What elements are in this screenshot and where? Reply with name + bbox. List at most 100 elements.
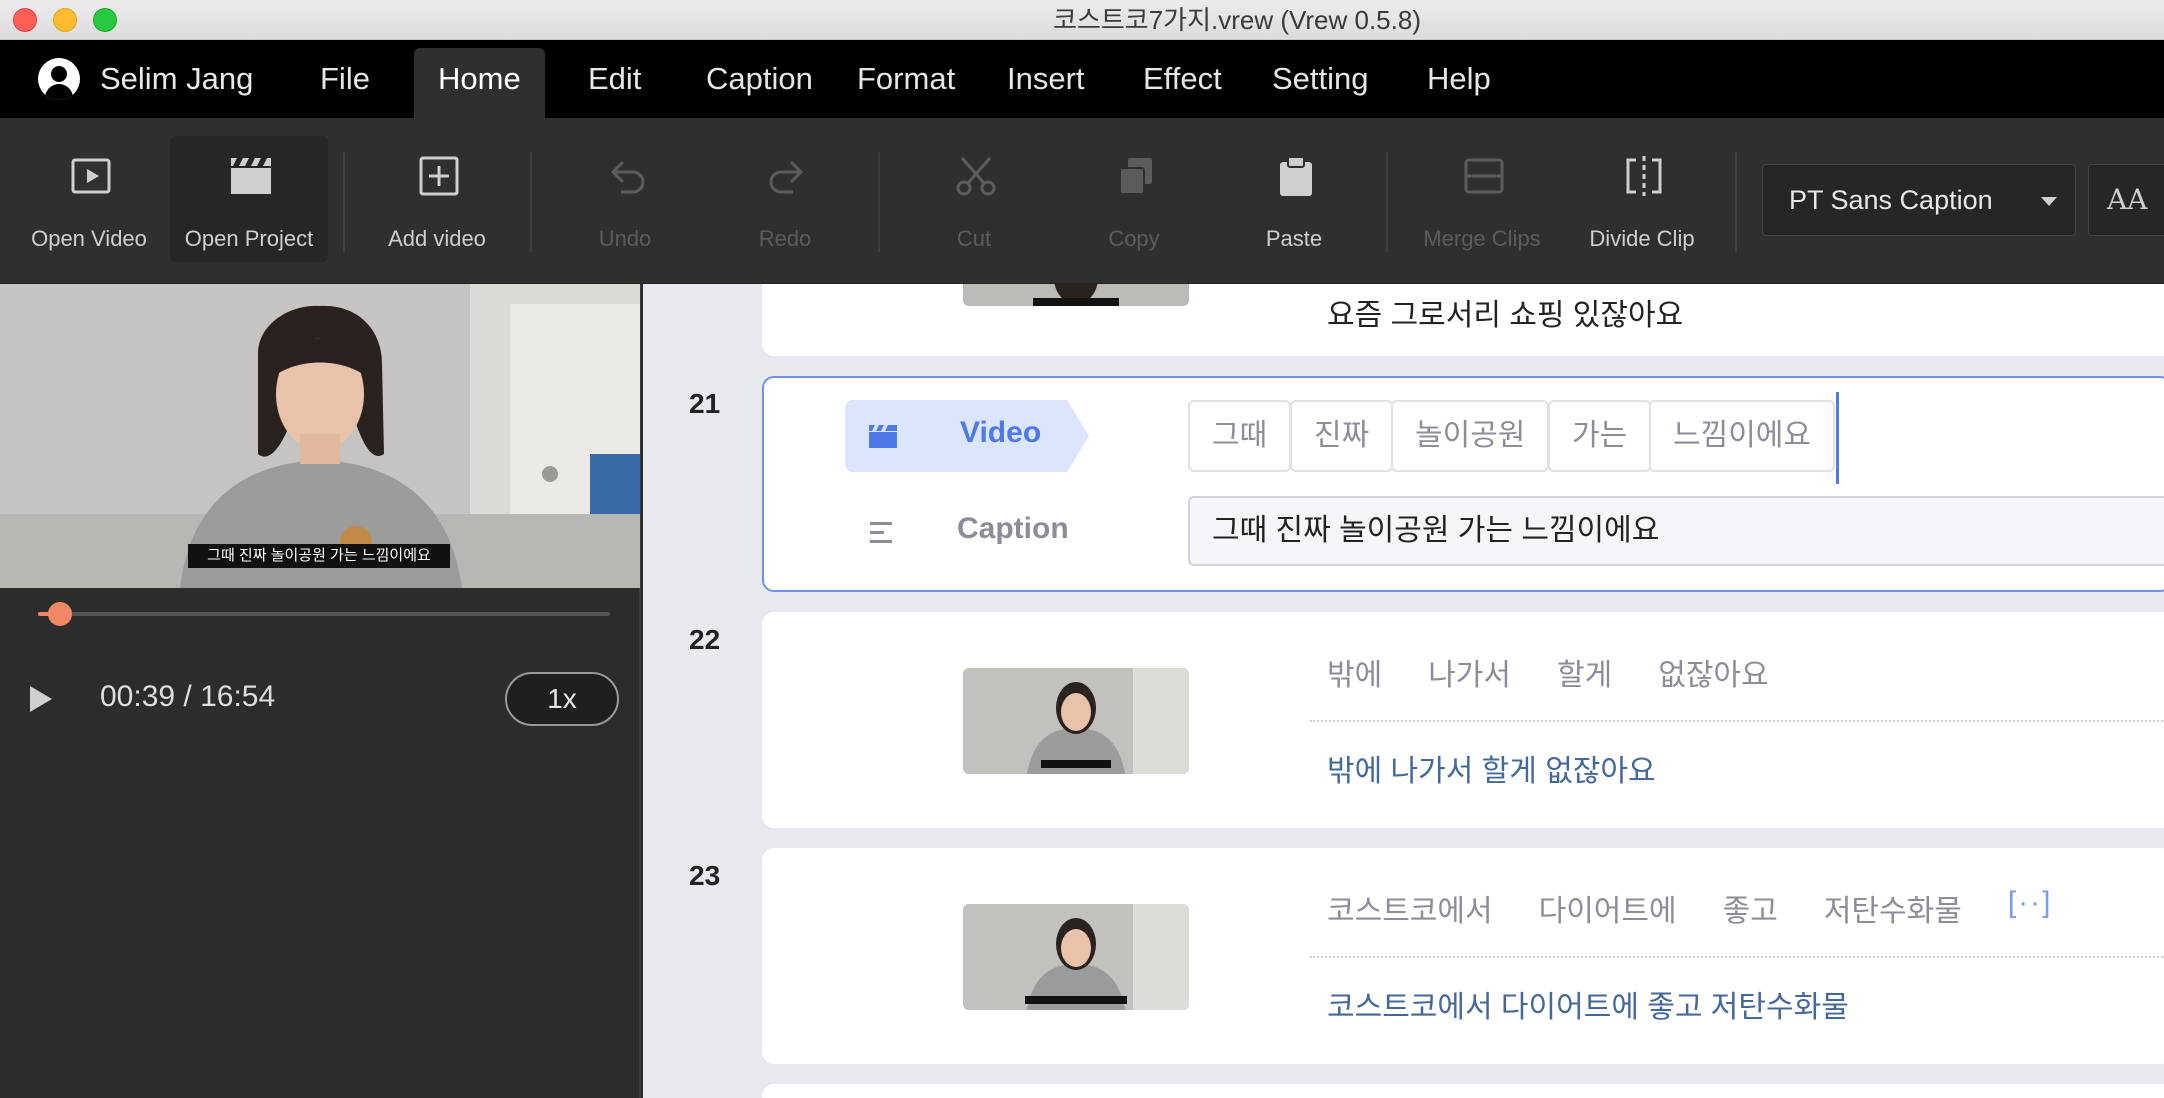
play-square-icon	[71, 158, 111, 194]
clip-card-21[interactable]: Video 그때 진짜 놀이공원 가는 느낌이에요 Caption 그때 진짜 …	[762, 376, 2164, 592]
word[interactable]: 할게	[1557, 650, 1612, 694]
caption-input[interactable]: 그때 진짜 놀이공원 가는 느낌이에요	[1188, 496, 2164, 566]
clip-card-24[interactable]	[762, 1084, 2164, 1098]
playback-scrubber[interactable]	[38, 612, 610, 616]
word-chip[interactable]: 가는	[1548, 400, 1652, 472]
window-title: 코스트코7가지.vrew (Vrew 0.5.8)	[1053, 5, 1421, 35]
word-chip[interactable]: 놀이공원	[1391, 400, 1550, 472]
user-account[interactable]: Selim Jang	[38, 58, 253, 100]
open-video-button[interactable]: Open Video	[10, 136, 168, 262]
clapperboard-icon	[869, 425, 897, 448]
video-subtitle: 그때 진짜 놀이공원 가는 느낌이에요	[207, 547, 431, 564]
copy-label: Copy	[1108, 226, 1160, 251]
word[interactable]: 좋고	[1723, 886, 1778, 930]
clip-number: 23	[689, 860, 721, 891]
copy-button[interactable]: Copy	[1055, 136, 1213, 262]
word[interactable]: 밖에	[1327, 650, 1382, 694]
divide-clip-icon	[1626, 156, 1662, 196]
redo-label: Redo	[758, 226, 812, 251]
word-chip[interactable]: 그때	[1188, 400, 1292, 472]
menu-insert[interactable]: Insert	[983, 48, 1109, 118]
copy-icon	[1119, 158, 1152, 195]
toolbar-divider	[530, 152, 532, 252]
paste-button[interactable]: Paste	[1215, 136, 1373, 262]
open-project-label: Open Project	[184, 226, 314, 251]
user-name: Selim Jang	[100, 61, 254, 96]
redo-button[interactable]: Redo	[706, 136, 864, 262]
divider	[1310, 956, 2164, 958]
word[interactable]: 나가서	[1428, 650, 1511, 694]
font-family-select[interactable]: PT Sans Caption	[1762, 164, 2076, 236]
menu-bar: Selim Jang File Home Edit Caption Format…	[0, 40, 2164, 118]
window-title-bar: 코스트코7가지.vrew (Vrew 0.5.8)	[0, 0, 2164, 40]
menu-home[interactable]: Home	[414, 48, 545, 118]
clip-thumbnail	[963, 668, 1189, 774]
clip-card-22[interactable]: 밖에 나가서 할게 없잖아요 밖에 나가서 할게 없잖아요	[762, 612, 2164, 828]
clip-thumbnail	[963, 904, 1189, 1010]
toolbar-divider	[1386, 152, 1388, 252]
font-family-value: PT Sans Caption	[1789, 185, 1993, 215]
divide-clip-button[interactable]: Divide Clip	[1563, 136, 1721, 262]
clipboard-icon	[1280, 156, 1312, 196]
clip-card-20[interactable]: 요즘 그로서리 쇼핑 있잖아요	[762, 284, 2164, 356]
open-video-label: Open Video	[31, 226, 147, 251]
add-video-label: Add video	[388, 226, 486, 251]
merge-clips-icon	[1464, 158, 1504, 194]
word[interactable]: 다이어트에	[1539, 886, 1677, 930]
clip-thumbnail	[963, 284, 1189, 306]
clip-caption[interactable]: 밖에 나가서 할게 없잖아요	[1327, 746, 1656, 790]
word-chip[interactable]: 진짜	[1290, 400, 1394, 472]
menu-help[interactable]: Help	[1403, 48, 1515, 118]
divider	[1310, 720, 2164, 722]
paste-label: Paste	[1265, 226, 1323, 251]
plus-square-icon	[419, 156, 459, 196]
clip-caption[interactable]: 요즘 그로서리 쇼핑 있잖아요	[1327, 290, 1683, 334]
playback-speed-button[interactable]: 1x	[505, 672, 619, 726]
menu-file[interactable]: File	[296, 48, 394, 118]
clip-number: 22	[689, 624, 721, 655]
video-track-tag: Video	[845, 400, 1089, 472]
word[interactable]: 저탄수화물	[1824, 886, 1962, 930]
home-toolbar: Open Video Open Project Add video Undo R…	[0, 118, 2164, 284]
word-chip[interactable]: 느낌이에요	[1649, 400, 1835, 472]
menu-caption[interactable]: Caption	[682, 48, 837, 118]
undo-icon	[610, 160, 645, 194]
video-player-panel: 그때 진짜 놀이공원 가는 느낌이에요 00:39 / 16:54 1x	[0, 284, 641, 1098]
divide-clip-label: Divide Clip	[1589, 226, 1695, 251]
word[interactable]: 코스트코에서	[1327, 886, 1493, 930]
menu-effect[interactable]: Effect	[1119, 48, 1246, 118]
scrubber-handle[interactable]	[48, 602, 73, 626]
toolbar-divider	[878, 152, 880, 252]
transcript-editor: 요즘 그로서리 쇼핑 있잖아요 21 Video 그때 진짜 놀이공원 가는 느…	[643, 284, 2164, 1098]
more-words-indicator[interactable]: [··]	[2008, 886, 2053, 930]
user-avatar-icon	[38, 58, 80, 100]
playback-time: 00:39 / 16:54	[100, 680, 276, 713]
video-track-label: Video	[960, 416, 1042, 449]
menu-format[interactable]: Format	[833, 48, 979, 118]
caption-lines-icon	[870, 522, 892, 543]
cut-button[interactable]: Cut	[895, 136, 1053, 262]
play-icon[interactable]	[30, 686, 52, 712]
add-video-button[interactable]: Add video	[358, 136, 516, 262]
merge-clips-label: Merge Clips	[1423, 226, 1541, 251]
font-size-icon: AA	[2107, 183, 2148, 216]
undo-button[interactable]: Undo	[546, 136, 704, 262]
cut-label: Cut	[956, 226, 992, 251]
open-project-button[interactable]: Open Project	[170, 136, 328, 262]
word[interactable]: 없잖아요	[1658, 650, 1768, 694]
video-frame	[0, 284, 640, 588]
redo-icon	[769, 160, 804, 194]
font-size-button[interactable]: AA	[2088, 164, 2164, 236]
toolbar-divider	[343, 152, 345, 252]
clip-card-23[interactable]: 코스트코에서 다이어트에 좋고 저탄수화물 [··] 코스트코에서 다이어트에 …	[762, 848, 2164, 1064]
clip-caption[interactable]: 코스트코에서 다이어트에 좋고 저탄수화물	[1327, 982, 1849, 1026]
video-preview[interactable]: 그때 진짜 놀이공원 가는 느낌이에요	[0, 284, 640, 588]
merge-clips-button[interactable]: Merge Clips	[1403, 136, 1561, 262]
chevron-down-icon	[2041, 197, 2057, 206]
toolbar-divider	[1735, 152, 1737, 252]
menu-edit[interactable]: Edit	[564, 48, 665, 118]
word-list: 코스트코에서 다이어트에 좋고 저탄수화물 [··]	[1327, 886, 2052, 930]
menu-setting[interactable]: Setting	[1248, 48, 1393, 118]
scissors-icon	[956, 157, 996, 196]
word-list: 밖에 나가서 할게 없잖아요	[1327, 650, 1769, 694]
